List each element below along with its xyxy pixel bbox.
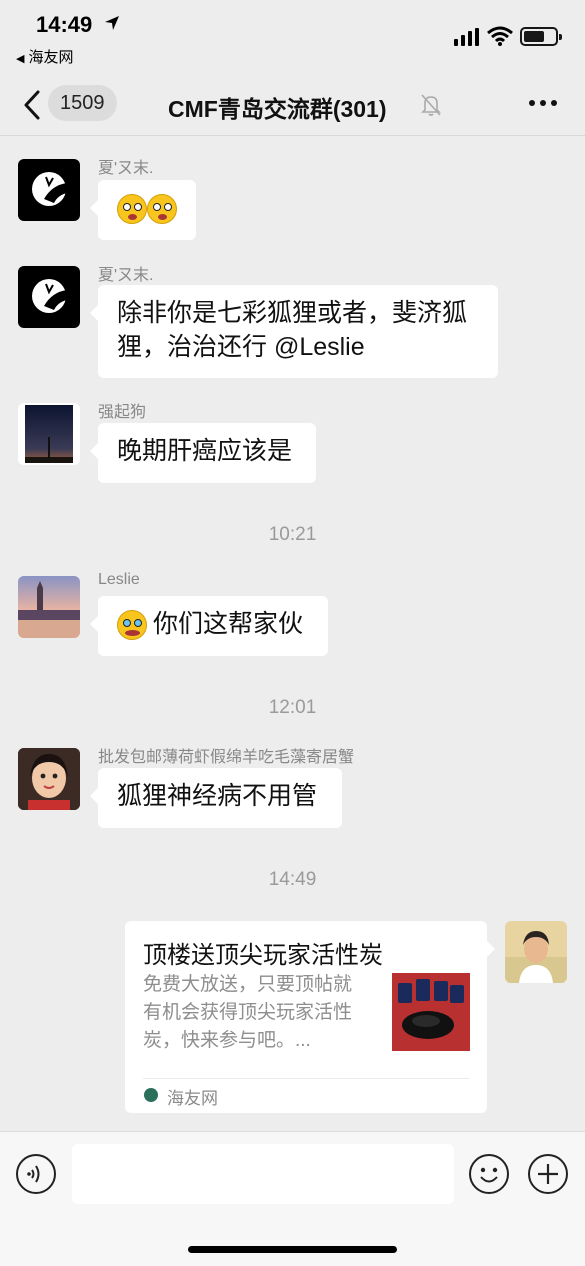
back-app-label: 海友网: [28, 49, 74, 66]
sender-name: 夏'ㄡ末.: [98, 160, 154, 177]
sender-name: Leslie: [98, 571, 140, 588]
emoji-button[interactable]: [469, 1154, 509, 1194]
avatar[interactable]: [18, 748, 80, 810]
input-bar: [0, 1131, 585, 1266]
sender-name: 批发包邮薄荷虾假绵羊吃毛藻寄居蟹: [98, 749, 355, 766]
message-bubble[interactable]: 狐狸神经病不用管: [90, 768, 342, 828]
link-card[interactable]: 顶楼送顶尖玩家活性炭 免费大放送，只要顶帖就有机会获得顶尖玩家活性炭，快来参与吧…: [125, 921, 495, 1113]
sender-name: 夏'ㄡ末.: [98, 267, 154, 284]
message-input[interactable]: [72, 1144, 454, 1204]
unread-count-badge[interactable]: 1509: [48, 85, 117, 121]
voice-button[interactable]: [16, 1154, 56, 1194]
sender-name: 强起狗: [98, 404, 147, 421]
card-description: 免费大放送，只要顶帖就有机会获得顶尖玩家活性炭，快来参与吧。...: [143, 974, 353, 1051]
message-text: 你们这帮家伙: [153, 610, 304, 638]
time-divider: 10:21: [268, 524, 317, 545]
back-button[interactable]: [20, 88, 46, 122]
battery-icon: [520, 27, 562, 46]
avatar[interactable]: [18, 266, 80, 328]
voice-icon: [27, 1165, 40, 1183]
avatar[interactable]: [18, 403, 80, 465]
more-options-button[interactable]: [528, 98, 558, 108]
emoji-icon: [480, 1167, 498, 1183]
bell-slash-icon: [421, 94, 441, 116]
tears-of-joy-icon: [117, 610, 147, 641]
location-arrow-icon: [105, 16, 119, 30]
back-triangle-icon: ◀: [16, 53, 25, 65]
plus-button[interactable]: [528, 1154, 568, 1194]
haiyou-logo-icon: [144, 1088, 158, 1102]
card-title: 顶楼送顶尖玩家活性炭: [143, 942, 383, 969]
card-source: 海友网: [167, 1089, 218, 1108]
chat-title: CMF青岛交流群(301): [168, 96, 387, 122]
status-time: 14:49: [36, 12, 93, 37]
message-bubble[interactable]: [90, 180, 196, 240]
message-bubble[interactable]: 你们这帮家伙: [90, 596, 328, 656]
cellular-signal-icon: [454, 28, 479, 46]
time-divider: 14:49: [268, 869, 317, 890]
flushed-face-icon: [147, 194, 177, 225]
time-divider: 12:01: [268, 697, 317, 718]
home-indicator: [188, 1246, 397, 1253]
wifi-icon: [487, 26, 513, 46]
back-to-app-link[interactable]: ◀ 海友网: [16, 46, 73, 67]
avatar[interactable]: [18, 159, 80, 221]
chat-header: 1509 CMF青岛交流群(301): [0, 76, 585, 136]
plus-icon: [538, 1164, 558, 1184]
card-thumbnail: [392, 973, 470, 1051]
flushed-face-icon: [117, 194, 147, 225]
status-bar: 14:49 ◀ 海友网: [0, 0, 585, 76]
message-bubble[interactable]: 除非你是七彩狐狸或者，斐济狐狸，治治还行 @Leslie: [90, 285, 498, 378]
card-divider: [143, 1078, 469, 1079]
message-bubble[interactable]: 晚期肝癌应该是: [90, 423, 316, 483]
my-avatar[interactable]: [505, 921, 567, 983]
avatar[interactable]: [18, 576, 80, 638]
